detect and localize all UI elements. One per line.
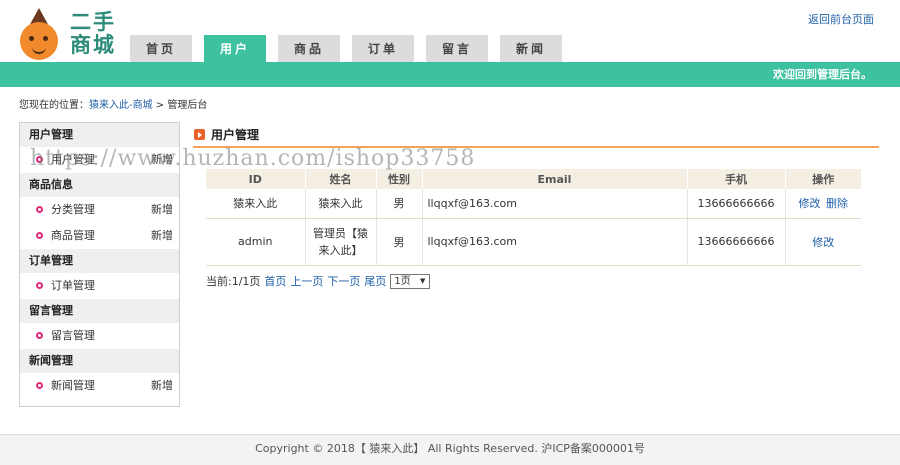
page-title: 用户管理: [193, 122, 879, 148]
sidebar-item-news-manage[interactable]: 新闻管理 新增: [20, 373, 179, 399]
edit-link[interactable]: 修改: [799, 197, 821, 210]
sidebar-item-label[interactable]: 用户管理: [51, 153, 95, 166]
footer: Copyright © 2018【 猿来入此】 All Rights Reser…: [0, 434, 900, 465]
nav-tab-home[interactable]: 首页: [130, 35, 192, 62]
breadcrumb: 您现在的位置：猿来入此-商城 > 管理后台: [0, 87, 900, 116]
delete-link[interactable]: 删除: [826, 197, 848, 210]
sidebar-item-label[interactable]: 订单管理: [51, 279, 95, 292]
column-header: 手机: [687, 169, 786, 189]
cell-gender: 男: [376, 189, 423, 219]
cell-email: llqqxf@163.com: [422, 189, 688, 219]
page-title-text: 用户管理: [211, 128, 260, 142]
pager-last[interactable]: 尾页: [364, 273, 386, 289]
table-row: 猿来入此 猿来入此 男 llqqxf@163.com 13666666666 修…: [206, 189, 861, 219]
users-table: ID 姓名 性别 Email 手机 操作 猿来入此 猿来入此 男 llqqxf@…: [206, 169, 861, 266]
sidebar-item-message-manage[interactable]: 留言管理: [20, 323, 179, 349]
cell-name: 管理员【猿来入此】: [305, 218, 377, 266]
sidebar-item-label[interactable]: 新闻管理: [51, 379, 95, 392]
cell-id: admin: [206, 218, 306, 266]
breadcrumb-current: 管理后台: [167, 100, 208, 111]
sidebar-add-link[interactable]: 新增: [151, 223, 173, 249]
logo-face-icon: [20, 22, 58, 60]
logo-line1: 二手: [70, 9, 116, 34]
bullet-icon: [36, 156, 43, 163]
bullet-icon: [36, 332, 43, 339]
sidebar-add-link[interactable]: 新增: [151, 373, 173, 399]
table-row: admin 管理员【猿来入此】 男 llqqxf@163.com 1366666…: [206, 218, 861, 266]
column-header: 性别: [376, 169, 423, 189]
sidebar-group-orders: 订单管理: [20, 249, 179, 273]
sidebar-group-messages: 留言管理: [20, 299, 179, 323]
page-select[interactable]: 1页: [390, 273, 431, 289]
edit-link[interactable]: 修改: [812, 236, 834, 249]
nav-tab-messages[interactable]: 留言: [426, 35, 488, 62]
nav-tab-orders[interactable]: 订单: [352, 35, 414, 62]
breadcrumb-prefix: 您现在的位置：: [19, 100, 89, 111]
nav-tab-products[interactable]: 商品: [278, 35, 340, 62]
cell-id: 猿来入此: [206, 189, 306, 219]
sidebar-item-category-manage[interactable]: 分类管理 新增: [20, 197, 179, 223]
pagination: 当前:1/1页 首页 上一页 下一页 尾页 1页: [206, 273, 431, 289]
pager-first[interactable]: 首页: [264, 273, 286, 289]
header: 二手 商城 返回前台页面 首页 用户 商品 订单 留言 新闻: [0, 0, 900, 62]
sidebar-group-news: 新闻管理: [20, 349, 179, 373]
cell-name: 猿来入此: [305, 189, 377, 219]
sidebar-add-link[interactable]: 新增: [151, 197, 173, 223]
cell-name-text: 管理员【猿来入此】: [313, 226, 368, 257]
column-header: 操作: [785, 169, 861, 189]
site-logo[interactable]: 二手 商城: [18, 8, 128, 60]
sidebar-item-label[interactable]: 分类管理: [51, 203, 95, 216]
sidebar-item-order-manage[interactable]: 订单管理: [20, 273, 179, 299]
bullet-icon: [36, 232, 43, 239]
welcome-banner: 欢迎回到管理后台。: [0, 62, 900, 87]
back-to-frontend-link[interactable]: 返回前台页面: [808, 11, 874, 27]
sidebar: 用户管理 用户管理 新增 商品信息 分类管理 新增 商品管理 新增 订单管理 订…: [19, 122, 180, 407]
sidebar-group-users: 用户管理: [20, 123, 179, 147]
nav-tab-news[interactable]: 新闻: [500, 35, 562, 62]
sidebar-item-label[interactable]: 留言管理: [51, 329, 95, 342]
column-header: 姓名: [305, 169, 377, 189]
sidebar-add-link[interactable]: 新增: [151, 147, 173, 173]
main-nav: 首页 用户 商品 订单 留言 新闻: [130, 35, 574, 62]
bullet-icon: [36, 206, 43, 213]
column-header: Email: [422, 169, 688, 189]
cell-actions: 修改 删除: [785, 189, 861, 219]
cell-email: llqqxf@163.com: [422, 218, 688, 266]
pager-prev[interactable]: 上一页: [290, 273, 323, 289]
sidebar-group-products: 商品信息: [20, 173, 179, 197]
logo-text: 二手 商城: [70, 10, 130, 56]
cell-gender: 男: [376, 218, 423, 266]
column-header: ID: [206, 169, 306, 189]
nav-tab-users[interactable]: 用户: [204, 35, 266, 62]
logo-line2: 商城: [70, 32, 116, 57]
breadcrumb-separator: >: [152, 100, 168, 111]
pager-next[interactable]: 下一页: [327, 273, 360, 289]
arrow-right-icon: [194, 129, 205, 140]
table-header-row: ID 姓名 性别 Email 手机 操作: [206, 169, 861, 189]
cell-phone: 13666666666: [687, 218, 786, 266]
pager-status: 当前:1/1页: [206, 275, 261, 288]
breadcrumb-link[interactable]: 猿来入此-商城: [89, 100, 153, 111]
main-content: 用户管理 ID 姓名 性别 Email 手机 操作 猿来入此 猿来入此 男 ll…: [193, 122, 879, 289]
sidebar-item-user-manage[interactable]: 用户管理 新增: [20, 147, 179, 173]
bullet-icon: [36, 382, 43, 389]
bullet-icon: [36, 282, 43, 289]
cell-actions: 修改: [785, 218, 861, 266]
sidebar-item-label[interactable]: 商品管理: [51, 229, 95, 242]
cell-phone: 13666666666: [687, 189, 786, 219]
sidebar-item-product-manage[interactable]: 商品管理 新增: [20, 223, 179, 249]
